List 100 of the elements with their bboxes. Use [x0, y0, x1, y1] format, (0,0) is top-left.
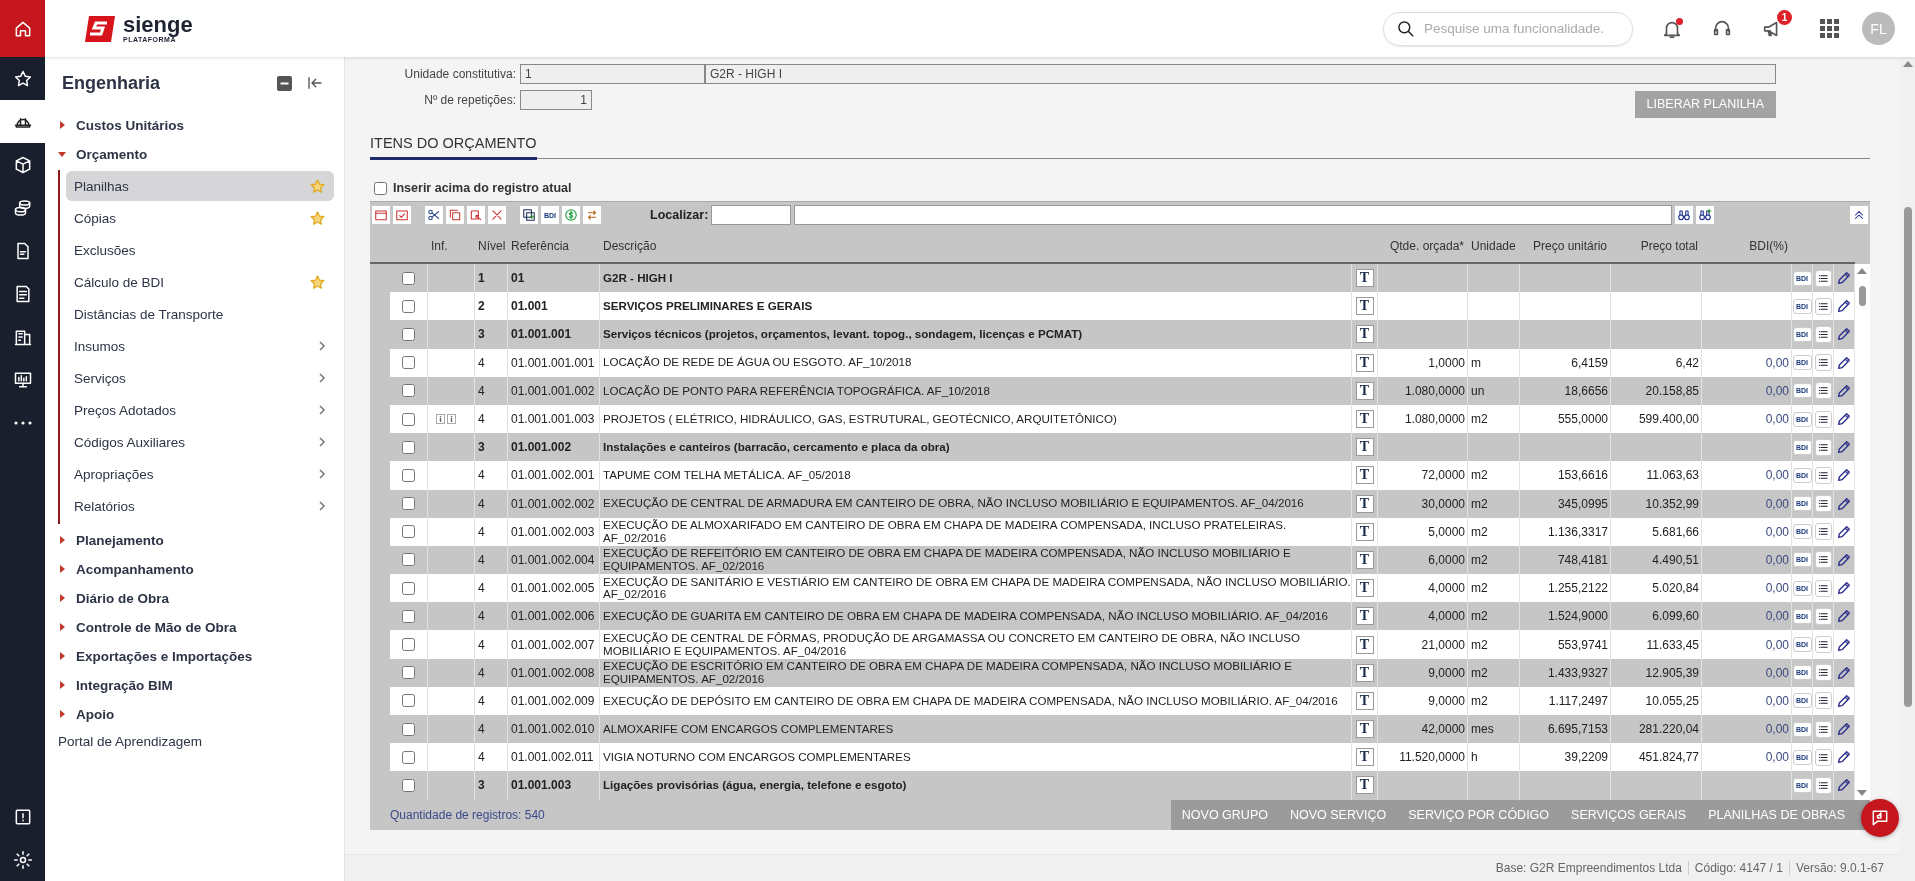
menu-item[interactable]: Códigos Auxiliares	[66, 427, 334, 457]
menu-item[interactable]: Insumos	[66, 331, 334, 361]
details-button[interactable]	[1814, 438, 1832, 456]
edit-button[interactable]	[1836, 495, 1852, 512]
details-button[interactable]	[1814, 297, 1832, 315]
collapse-panel-button[interactable]	[1850, 206, 1868, 224]
cut-button[interactable]	[425, 206, 443, 224]
edit-button[interactable]	[1836, 551, 1852, 568]
details-button[interactable]	[1814, 664, 1832, 682]
text-button[interactable]: T	[1355, 748, 1374, 767]
edit-button[interactable]	[1836, 580, 1852, 597]
text-button[interactable]: T	[1355, 579, 1374, 598]
details-button[interactable]	[1814, 720, 1832, 738]
menu-section[interactable]: Exportações e Importações	[45, 643, 344, 669]
text-button[interactable]: T	[1355, 438, 1374, 457]
hide-sidebar-button[interactable]	[306, 74, 324, 92]
edit-button[interactable]	[1836, 382, 1852, 399]
notifications-button[interactable]	[1661, 17, 1683, 40]
menu-item[interactable]: Cópias	[66, 203, 334, 233]
home-button[interactable]	[0, 0, 45, 57]
text-button[interactable]: T	[1355, 410, 1374, 429]
details-button[interactable]	[1814, 551, 1832, 569]
details-button[interactable]	[1814, 354, 1832, 372]
details-button[interactable]	[1814, 776, 1832, 794]
row-checkbox[interactable]	[402, 778, 415, 792]
row-checkbox[interactable]	[402, 299, 415, 313]
menu-section[interactable]: Controle de Mão de Obra	[45, 614, 344, 640]
details-button[interactable]	[1814, 636, 1832, 654]
text-button[interactable]: T	[1355, 494, 1374, 513]
details-button[interactable]	[1814, 748, 1832, 766]
text-button[interactable]: T	[1355, 663, 1374, 682]
details-button[interactable]	[1814, 495, 1832, 513]
unit-code-field[interactable]: 1	[520, 64, 705, 84]
menu-item[interactable]: Exclusões	[66, 235, 334, 265]
menu-item[interactable]: Planilhas	[66, 171, 334, 201]
menu-section[interactable]: Orçamento	[45, 141, 344, 167]
feedback-button[interactable]	[1861, 799, 1899, 837]
text-button[interactable]: T	[1355, 381, 1374, 400]
edit-button[interactable]	[1836, 749, 1852, 766]
row-checkbox[interactable]	[402, 440, 415, 454]
edit-button[interactable]	[1836, 270, 1852, 287]
row-checkbox[interactable]	[402, 327, 415, 341]
paste-button[interactable]	[467, 206, 485, 224]
row-checkbox[interactable]	[402, 609, 415, 623]
menu-section[interactable]: Diário de Obra	[45, 585, 344, 611]
edit-button[interactable]	[1836, 523, 1852, 540]
edit-button[interactable]	[1836, 636, 1852, 653]
menu-item[interactable]: Serviços	[66, 363, 334, 393]
text-button[interactable]: T	[1355, 522, 1374, 541]
text-button[interactable]: T	[1355, 353, 1374, 372]
edit-button[interactable]	[1836, 439, 1852, 456]
repetitions-field[interactable]: 1	[520, 90, 592, 110]
menu-section[interactable]: Acompanhamento	[45, 556, 344, 582]
text-button[interactable]: T	[1355, 720, 1374, 739]
text-button[interactable]: T	[1355, 776, 1374, 795]
edit-button[interactable]	[1836, 326, 1852, 343]
row-checkbox[interactable]	[402, 412, 415, 426]
search-text-field[interactable]	[794, 205, 1672, 225]
row-checkbox[interactable]	[402, 694, 415, 708]
edit-button[interactable]	[1836, 721, 1852, 738]
find-next-button[interactable]	[1696, 206, 1714, 224]
edit-button[interactable]	[1836, 777, 1852, 794]
select-all-button[interactable]	[372, 206, 390, 224]
menu-item[interactable]: Relatórios	[66, 491, 334, 521]
row-checkbox[interactable]	[402, 356, 415, 370]
text-button[interactable]: T	[1355, 607, 1374, 626]
row-checkbox[interactable]	[402, 666, 415, 680]
row-checkbox[interactable]	[402, 271, 415, 285]
details-button[interactable]	[1814, 269, 1832, 287]
details-button[interactable]	[1814, 466, 1832, 484]
search-input[interactable]: Pesquise uma funcionalidade.	[1424, 21, 1620, 36]
menu-item[interactable]: Cálculo de BDI	[66, 267, 334, 297]
menu-item[interactable]: Preços Adotados	[66, 395, 334, 425]
edit-button[interactable]	[1836, 298, 1852, 315]
menu-item[interactable]: Apropriações	[66, 459, 334, 489]
text-button[interactable]: T	[1355, 691, 1374, 710]
menu-section[interactable]: Apoio	[45, 701, 344, 727]
row-checkbox[interactable]	[402, 638, 415, 652]
insert-above-checkbox[interactable]	[374, 181, 387, 195]
edit-button[interactable]	[1836, 608, 1852, 625]
check-all-button[interactable]	[393, 206, 411, 224]
duplicate-button[interactable]	[520, 206, 538, 224]
row-checkbox[interactable]	[402, 468, 415, 482]
section-tab[interactable]: ITENS DO ORÇAMENTO	[370, 135, 537, 160]
delete-button[interactable]	[488, 206, 506, 224]
menu-section[interactable]: Integração BIM	[45, 672, 344, 698]
edit-button[interactable]	[1836, 467, 1852, 484]
edit-button[interactable]	[1836, 354, 1852, 371]
text-button[interactable]: T	[1355, 466, 1374, 485]
unit-name-field[interactable]: G2R - HIGH I	[705, 64, 1776, 84]
row-checkbox[interactable]	[402, 750, 415, 764]
search-column-field[interactable]	[711, 205, 792, 225]
text-button[interactable]: T	[1355, 635, 1374, 654]
details-button[interactable]	[1814, 607, 1832, 625]
apps-button[interactable]	[1820, 18, 1840, 39]
edit-button[interactable]	[1836, 411, 1852, 428]
menu-item[interactable]: Distâncias de Transporte	[66, 299, 334, 329]
text-button[interactable]: T	[1355, 550, 1374, 569]
menu-section[interactable]: Custos Unitários	[45, 112, 344, 138]
details-button[interactable]	[1814, 410, 1832, 428]
